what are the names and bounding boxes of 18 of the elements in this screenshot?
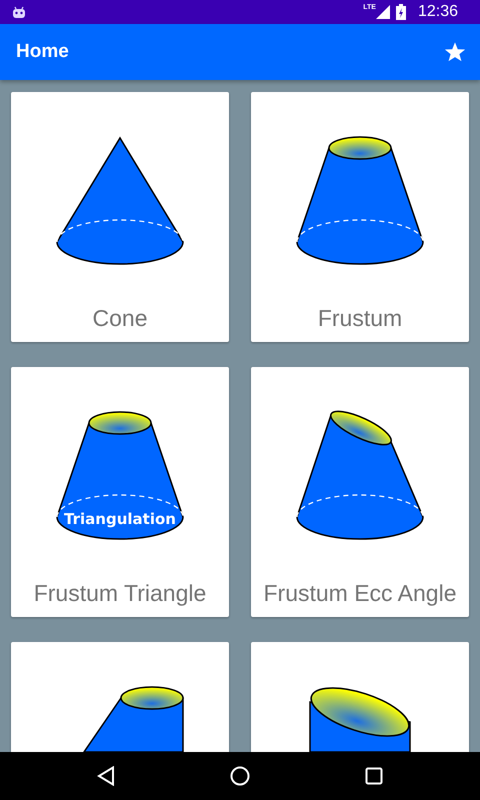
shape-card[interactable]: Cone: [11, 92, 229, 342]
battery-icon: [396, 4, 406, 20]
card-title: Cone: [92, 305, 148, 332]
back-icon[interactable]: [97, 766, 116, 786]
home-icon[interactable]: [230, 766, 250, 786]
overlay-label: Triangulation: [64, 510, 176, 528]
shape-card[interactable]: Frustum Ecc Angle: [251, 367, 469, 617]
star-icon[interactable]: [444, 41, 466, 63]
app-bar-title: Home: [16, 41, 69, 63]
shape-card[interactable]: Frustum: [251, 92, 469, 342]
card-title: Frustum Triangle: [34, 580, 206, 607]
card-title: Frustum Ecc Angle: [263, 580, 457, 607]
card-title: Frustum: [318, 305, 402, 332]
shape-card[interactable]: Triangulation Frustum Triangle: [11, 367, 229, 617]
recents-icon[interactable]: [364, 767, 383, 785]
clock-time: 12:36: [418, 3, 458, 21]
signal-icon: [376, 5, 390, 19]
android-icon: [12, 6, 26, 18]
